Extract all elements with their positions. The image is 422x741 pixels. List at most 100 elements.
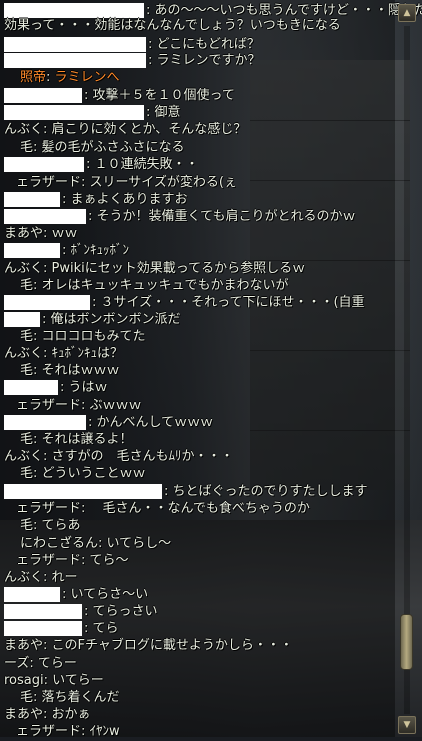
chat-separator: : [164, 484, 173, 499]
chat-separator: : [84, 604, 93, 619]
chat-line: 毛: どういうことｗｗ [20, 465, 146, 483]
chat-speaker: 毛 [20, 278, 34, 293]
chat-message: あの～～～いつも思うんですけど・・・隠れた [154, 3, 422, 18]
chat-speaker: んぶく [4, 261, 44, 276]
scroll-up-button[interactable]: ▲ [398, 4, 416, 22]
chat-message: どういうことｗｗ [41, 466, 146, 481]
chat-line: 毛: 髪の毛がふさふさになる [20, 139, 185, 157]
chat-speaker: ーズ [4, 656, 30, 671]
chat-line: まあや: おかぁ [4, 706, 91, 724]
chat-speaker: んぶく [4, 346, 44, 361]
chat-line: まあや: ｗｗ [4, 225, 78, 243]
chat-line: んぶく: れー [4, 569, 78, 587]
chat-separator: : [81, 553, 90, 568]
chat-message: うはｗ [68, 380, 108, 395]
chat-line: : ちとばぐったのでりすたしします [4, 483, 368, 501]
chat-message: コロコロもみてた [41, 329, 146, 344]
chat-message: いてらさ～い [70, 587, 149, 602]
chat-message: てらっさい [92, 604, 158, 619]
chat-separator: : [62, 587, 71, 602]
chat-line: 毛: 落ち着くんだ [20, 689, 120, 707]
chat-message: Pwikiにセット効果載ってるから参照しるｗ [51, 261, 306, 276]
chat-message: このFチャブログに載せようかしら・・・ [51, 638, 293, 653]
chat-message: てらあ [41, 518, 81, 533]
chat-speaker: 毛 [20, 432, 34, 447]
chat-speaker: 毛 [20, 518, 34, 533]
chat-separator: : [43, 122, 52, 137]
chat-line: ェラザード: スリーサイズが変わる(ぇ [16, 174, 237, 192]
chat-separator: : [43, 570, 52, 585]
chat-line: にわこざるん: いてらし～ [20, 535, 171, 553]
chat-message: 毛さん・・なんでも食べちゃうのか [89, 501, 310, 516]
chat-message: てら [92, 621, 119, 636]
chat-speaker: ェラザード [16, 553, 82, 568]
redacted-name [4, 88, 82, 103]
chat-message: それは譲るよ！ [41, 432, 133, 447]
chat-message: 攻撃＋５を１０個使って [92, 88, 235, 103]
chat-message: ｗｗ [51, 226, 78, 241]
chat-line: : ラミレンですか？ [4, 52, 261, 70]
redacted-name [4, 312, 40, 327]
chat-line: : まぁよくありますお [4, 191, 188, 209]
chat-speaker: 毛 [20, 363, 34, 378]
chat-line: 毛: コロコロもみてた [20, 328, 146, 346]
chat-separator: : [86, 157, 95, 172]
redacted-name [4, 209, 86, 224]
chat-separator: : [43, 449, 52, 464]
chat-speaker: まあや [4, 707, 44, 722]
chat-line: 毛: それはｗｗｗ [20, 362, 120, 380]
chat-line: ーズ: てらー [4, 655, 77, 673]
chat-message: かんべんしてｗｗｗ [96, 415, 214, 430]
redacted-name [4, 621, 82, 636]
chat-scrollbar[interactable]: ▲ ▼ [398, 4, 416, 734]
scroll-track[interactable] [404, 26, 410, 714]
chat-line: : 俺はボンボンボン派だ [4, 311, 181, 329]
redacted-name [4, 243, 60, 258]
redacted-name [4, 415, 86, 430]
chat-message: 髪の毛がふさふさになる [41, 140, 185, 155]
chat-separator: : [62, 192, 71, 207]
chat-line: : てら [4, 620, 119, 638]
chat-message: おかぁ [51, 707, 91, 722]
redacted-name [4, 53, 146, 68]
chat-message: ちとばぐったのでりすたしします [172, 484, 368, 499]
chat-message: 肩こりに効くとか、そんな感じ？ [51, 122, 247, 137]
chat-separator: : [46, 70, 55, 85]
chat-speaker: 毛 [20, 140, 34, 155]
chat-speaker: んぶく [4, 449, 44, 464]
scroll-down-button[interactable]: ▼ [398, 716, 416, 734]
chat-message: ぶｗｗｗ [89, 398, 142, 413]
chat-speaker: 照帝 [20, 70, 47, 85]
chat-message: いてらー [52, 673, 104, 688]
chat-message: １０連続失敗・・ [94, 157, 199, 172]
chat-separator: : [92, 295, 101, 310]
chat-speaker: ェラザード [16, 501, 82, 516]
chat-message: まぁよくありますお [70, 192, 188, 207]
chat-separator: : [43, 673, 53, 688]
chat-message: 御意 [154, 105, 181, 120]
chat-separator: : [29, 656, 38, 671]
chat-separator: : [33, 329, 42, 344]
chat-message: ３サイズ・・・それって下にほせ・・・(自重 [100, 295, 365, 310]
chat-separator: : [84, 88, 93, 103]
chat-message: 俺はボンボンボン派だ [50, 312, 181, 327]
chat-speaker: 毛 [20, 466, 34, 481]
triangle-up-icon: ▲ [403, 8, 411, 18]
chat-message: ｷｭﾎﾞﾝｷｭは？ [51, 346, 124, 361]
redacted-name [4, 105, 144, 120]
chat-line: 毛: てらあ [20, 517, 81, 535]
chat-separator: : [33, 690, 42, 705]
chat-separator: : [81, 501, 90, 516]
chat-separator: : [88, 415, 97, 430]
chat-line: んぶく: Pwikiにセット効果載ってるから参照しるｗ [4, 260, 305, 278]
chat-separator: : [43, 261, 52, 276]
redacted-name [4, 157, 84, 172]
scroll-thumb[interactable] [400, 613, 413, 670]
chat-separator: : [33, 278, 42, 293]
chat-line: : ３サイズ・・・それって下にほせ・・・(自重 [4, 294, 365, 312]
redacted-name [4, 587, 60, 602]
chat-separator: : [98, 536, 107, 551]
triangle-down-icon: ▼ [403, 720, 411, 730]
chat-separator: : [33, 518, 42, 533]
chat-separator: : [148, 37, 157, 52]
